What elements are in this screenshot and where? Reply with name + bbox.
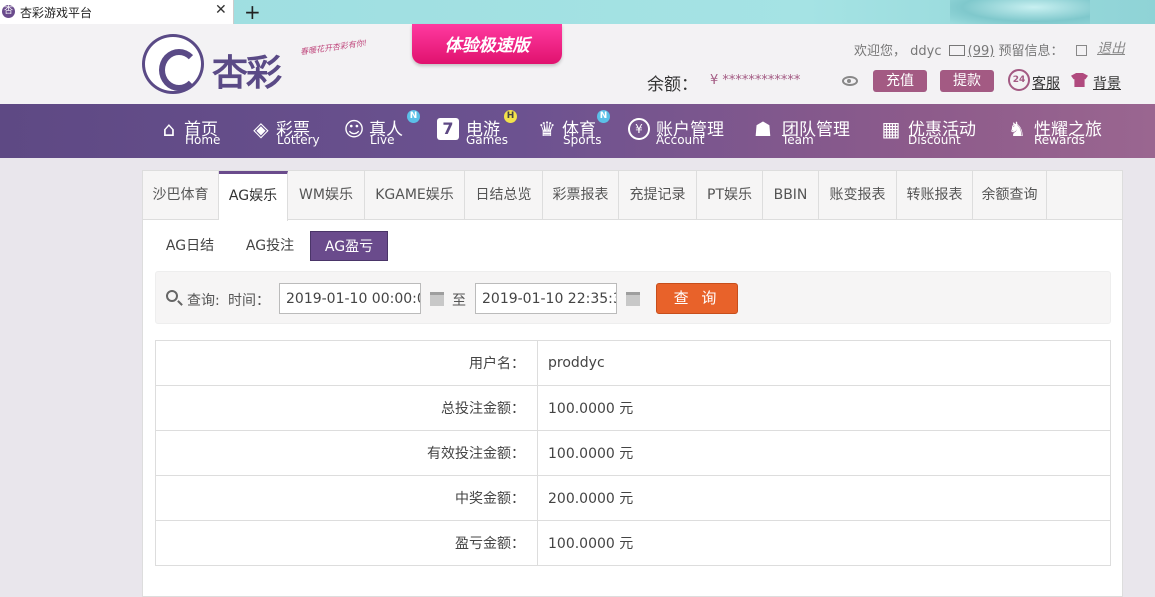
account-icon: ¥ — [628, 118, 650, 140]
gift-icon: ▦ — [881, 117, 901, 141]
report-subtabs: 沙巴体育 AG娱乐 WM娱乐 KGAME娱乐 日结总览 彩票报表 充提记录 PT… — [143, 171, 1122, 221]
table-row: 有效投注金额： 100.0000 元 — [155, 430, 1111, 476]
edit-icon[interactable] — [1075, 45, 1087, 56]
username: ddyc — [910, 44, 942, 59]
subtab-lottery-report[interactable]: 彩票报表 — [543, 171, 619, 220]
query-label: 查询: — [187, 293, 220, 309]
site-logo[interactable]: 杏彩 — [142, 34, 292, 94]
customer-service-link[interactable]: 客服 — [1032, 73, 1060, 93]
games-icon: 7 — [437, 118, 459, 140]
row-key: 用户名： — [155, 340, 538, 386]
subtab-kgame[interactable]: KGAME娱乐 — [365, 171, 465, 220]
new-badge: N — [597, 110, 610, 123]
time-label: 时间： — [228, 293, 270, 309]
subtab-pt[interactable]: PT娱乐 — [697, 171, 763, 220]
trophy-icon: ♛ — [538, 117, 556, 141]
subtab-ag[interactable]: AG娱乐 — [219, 171, 288, 221]
promo-fast-version-button[interactable]: 体验极速版 — [412, 24, 562, 64]
row-value: 200.0000 元 — [537, 475, 1111, 521]
balance-label: 余额： — [647, 75, 698, 95]
logout-link[interactable]: 退出 — [1097, 38, 1125, 58]
row-value: 100.0000 元 — [537, 430, 1111, 476]
subtab-bbin[interactable]: BBIN — [763, 171, 819, 220]
home-icon: ⌂ — [162, 117, 176, 141]
row-value: proddyc — [537, 340, 1111, 386]
live-icon: ☺ — [343, 117, 365, 141]
decorative-banner — [950, 0, 1090, 24]
balance-value: ¥ ************ — [710, 73, 801, 88]
browser-tabbar: 杏 杏彩游戏平台 ✕ + — [0, 0, 1155, 24]
welcome-prefix: 欢迎您， — [854, 44, 907, 59]
reserve-info-label: 预留信息： — [998, 44, 1064, 59]
rewards-icon: ♞ — [1008, 117, 1026, 141]
subtab-wm[interactable]: WM娱乐 — [288, 171, 365, 220]
report-panel: 沙巴体育 AG娱乐 WM娱乐 KGAME娱乐 日结总览 彩票报表 充提记录 PT… — [142, 170, 1123, 597]
background-link[interactable]: 背景 — [1093, 73, 1121, 93]
table-row: 盈亏金额： 100.0000 元 — [155, 520, 1111, 566]
slogan: 春暖花开杏彩有你! — [299, 38, 368, 57]
new-tab-button[interactable]: + — [244, 0, 261, 24]
pill-ag-profit-loss[interactable]: AG盈亏 — [310, 231, 388, 261]
pill-ag-bets[interactable]: AG投注 — [235, 231, 305, 261]
nav-sublabel: Discount — [908, 133, 961, 147]
subtab-deposit-withdraw[interactable]: 充提记录 — [619, 171, 697, 220]
subtab-balance-query[interactable]: 余额查询 — [973, 171, 1047, 220]
hot-badge: H — [504, 110, 517, 123]
team-icon: ☗ — [754, 117, 772, 141]
nav-sublabel: Account — [656, 133, 705, 147]
browser-tab[interactable]: 杏 杏彩游戏平台 ✕ — [0, 0, 234, 24]
tab-title: 杏彩游戏平台 — [20, 6, 93, 20]
pill-ag-daily[interactable]: AG日结 — [155, 231, 225, 261]
table-row: 总投注金额： 100.0000 元 — [155, 385, 1111, 431]
profit-loss-table: 用户名： proddyc 总投注金额： 100.0000 元 有效投注金额： 1… — [155, 340, 1111, 566]
nav-sublabel: Games — [466, 133, 508, 147]
eye-icon[interactable] — [842, 76, 858, 86]
logo-text: 杏彩 — [212, 52, 282, 94]
subtab-account-change[interactable]: 账变报表 — [819, 171, 897, 220]
table-row: 用户名： proddyc — [155, 340, 1111, 386]
query-button[interactable]: 查 询 — [656, 283, 738, 314]
lottery-icon: ◈ — [253, 117, 269, 141]
site-header: 杏彩 春暖花开杏彩有你! 体验极速版 欢迎您， ddyc (99) 预留信息： … — [0, 24, 1155, 104]
shirt-icon[interactable] — [1071, 73, 1088, 87]
subtab-daily-overview[interactable]: 日结总览 — [465, 171, 543, 220]
calendar-icon[interactable] — [626, 292, 640, 306]
nav-sublabel: Sports — [563, 133, 602, 147]
nav-sublabel: Rewards — [1034, 133, 1085, 147]
logo-emblem-icon — [142, 34, 204, 94]
tab-close-icon[interactable]: ✕ — [215, 2, 227, 18]
to-label: 至 — [452, 293, 466, 309]
mail-icon[interactable] — [948, 45, 965, 56]
mail-count[interactable]: (99) — [968, 44, 995, 59]
nav-sublabel: Live — [370, 133, 395, 147]
start-date-input[interactable] — [279, 283, 421, 314]
main-nav: ⌂ 首页 Home ◈ 彩票 Lottery ☺ 真人 Live N 7 电游 … — [0, 104, 1155, 158]
new-badge: N — [407, 110, 420, 123]
calendar-icon[interactable] — [430, 292, 444, 306]
customer-service-icon[interactable]: 24 — [1008, 69, 1030, 91]
favicon-icon: 杏 — [2, 5, 15, 18]
nav-sublabel: Home — [185, 133, 221, 147]
row-key: 中奖金额： — [155, 475, 538, 521]
table-row: 中奖金额： 200.0000 元 — [155, 475, 1111, 521]
row-key: 总投注金额： — [155, 385, 538, 431]
recharge-button[interactable]: 充值 — [873, 70, 927, 92]
nav-sublabel: Lottery — [277, 133, 320, 147]
subtab-saba-sports[interactable]: 沙巴体育 — [143, 171, 219, 220]
nav-sublabel: Team — [782, 133, 814, 147]
row-value: 100.0000 元 — [537, 520, 1111, 566]
welcome-bar: 欢迎您， ddyc (99) 预留信息： — [854, 40, 1091, 59]
subtab-transfer-report[interactable]: 转账报表 — [897, 171, 973, 220]
withdraw-button[interactable]: 提款 — [940, 70, 994, 92]
search-icon — [166, 290, 178, 302]
row-key: 有效投注金额： — [155, 430, 538, 476]
query-form: 查询: 时间： 至 查 询 — [155, 271, 1111, 324]
row-key: 盈亏金额： — [155, 520, 538, 566]
end-date-input[interactable] — [475, 283, 617, 314]
row-value: 100.0000 元 — [537, 385, 1111, 431]
